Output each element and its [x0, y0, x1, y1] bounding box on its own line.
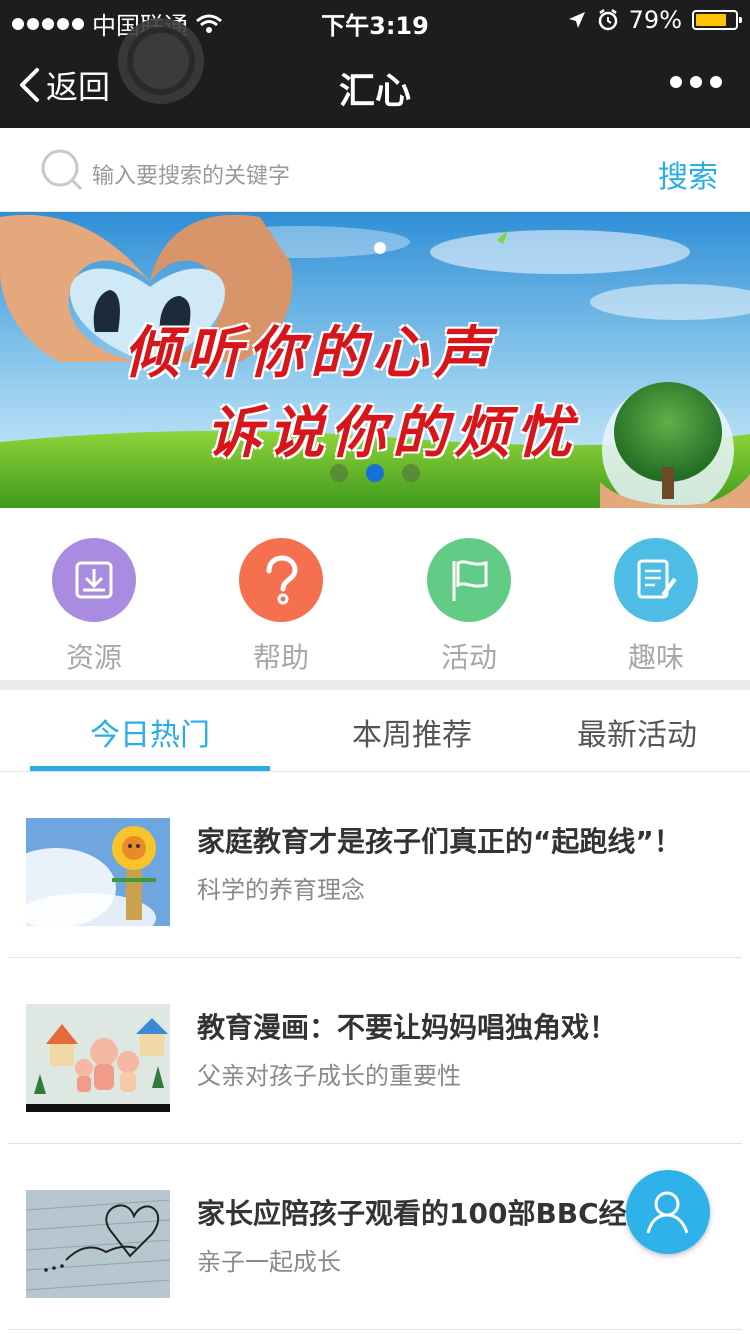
- tab-weekly-recommend[interactable]: 本周推荐: [300, 710, 524, 754]
- pager-dot[interactable]: [402, 464, 420, 482]
- category-fun[interactable]: 趣味: [596, 538, 716, 676]
- article-title: 家庭教育才是孩子们真正的“起跑线”！: [197, 825, 682, 858]
- article-thumbnail: [26, 1190, 170, 1298]
- location-arrow-icon: [568, 12, 585, 28]
- flag-icon: [427, 538, 511, 622]
- section-divider: [0, 680, 750, 690]
- article-title: 教育漫画：不要让妈妈唱独角戏！: [197, 1011, 618, 1044]
- tab-bar: 今日热门 本周推荐 最新活动: [0, 690, 750, 772]
- category-resources[interactable]: 资源: [34, 538, 154, 676]
- banner-carousel[interactable]: 倾听你的心声 诉说你的烦忧: [0, 212, 750, 508]
- article-thumbnail: [26, 1004, 170, 1112]
- banner-slogan-line1: 倾听你的心声: [124, 320, 496, 386]
- banner-pager: [330, 464, 420, 482]
- search-button[interactable]: 搜索: [658, 152, 718, 196]
- category-label: 活动: [440, 641, 497, 674]
- category-help[interactable]: 帮助: [221, 538, 341, 676]
- tab-latest-activities[interactable]: 最新活动: [524, 710, 750, 754]
- list-item[interactable]: 家庭教育才是孩子们真正的“起跑线”！ 科学的养育理念: [8, 772, 742, 958]
- battery-icon: [692, 10, 742, 30]
- search-icon: [41, 149, 83, 191]
- article-subtitle: 科学的养育理念: [197, 876, 365, 904]
- note-edit-icon: [614, 538, 698, 622]
- pager-dot[interactable]: [366, 464, 384, 482]
- user-icon: [646, 1191, 689, 1234]
- banner-slogan-line2: 诉说你的烦忧: [206, 400, 578, 466]
- question-icon: [239, 538, 323, 622]
- article-title: 家长应陪孩子观看的100部BBC经典...: [197, 1197, 687, 1230]
- category-label: 趣味: [627, 641, 684, 674]
- list-item[interactable]: 教育漫画：不要让妈妈唱独角戏！ 父亲对孩子成长的重要性: [8, 958, 742, 1144]
- category-label: 资源: [65, 641, 122, 674]
- article-subtitle: 亲子一起成长: [197, 1248, 341, 1276]
- category-grid: 资源 帮助 活动 趣味: [0, 508, 750, 680]
- category-activities[interactable]: 活动: [409, 538, 529, 676]
- assistive-touch-button[interactable]: [118, 18, 204, 104]
- search-input[interactable]: 输入要搜索的关键字: [92, 158, 290, 190]
- category-label: 帮助: [252, 641, 309, 674]
- tab-today-hot[interactable]: 今日热门: [30, 710, 270, 754]
- search-bar: 输入要搜索的关键字 搜索: [0, 128, 750, 212]
- status-bar: 中国联通 下午3:19 79%: [0, 0, 750, 40]
- download-box-icon: [52, 538, 136, 622]
- list-item[interactable]: 家长应陪孩子观看的100部BBC经典... 亲子一起成长: [8, 1144, 742, 1330]
- alarm-icon: [598, 9, 617, 31]
- nav-bar: 返回 汇心: [0, 40, 750, 128]
- floating-user-button[interactable]: [626, 1170, 710, 1254]
- article-thumbnail: [26, 818, 170, 926]
- article-subtitle: 父亲对孩子成长的重要性: [197, 1062, 461, 1090]
- more-dots-icon[interactable]: [670, 76, 722, 88]
- battery-percent: 79%: [628, 6, 682, 34]
- top-bar: 中国联通 下午3:19 79% 返回 汇心: [0, 0, 750, 128]
- page-title: 汇心: [338, 71, 411, 112]
- pager-dot[interactable]: [330, 464, 348, 482]
- tab-active-indicator: [30, 766, 270, 771]
